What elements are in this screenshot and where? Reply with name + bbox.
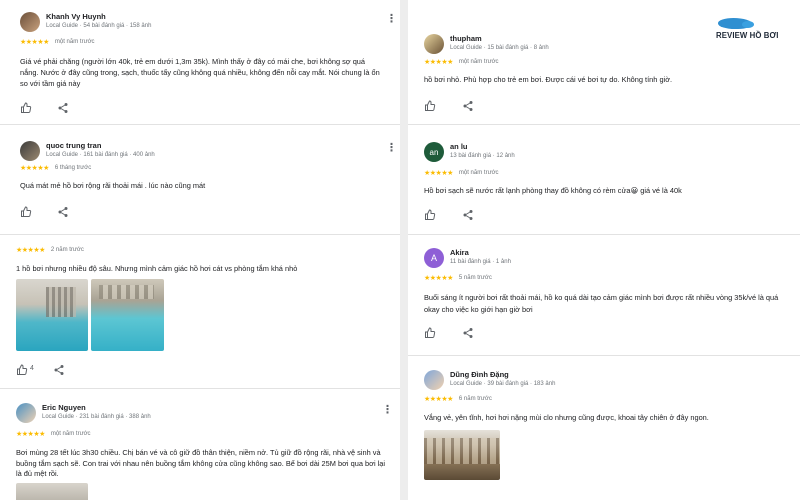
column-gutter [400, 0, 408, 500]
review-card: Eric Nguyen Local Guide · 231 bài đánh g… [16, 401, 393, 480]
reviewer-meta: 11 bài đánh giá · 1 ảnh [450, 259, 511, 265]
review-card: an an lu 13 bài đánh giá · 12 ảnh ★★★★★ … [424, 140, 794, 222]
review-text: Giá vé phải chăng (người lớn 40k, trẻ em… [20, 57, 380, 88]
avatar[interactable]: A [424, 248, 444, 268]
review-card: Khanh Vy Huynh Local Guide · 54 bài đánh… [20, 10, 397, 115]
share-icon[interactable] [57, 205, 69, 217]
review-header: quoc trung tran Local Guide · 161 bài đá… [20, 139, 397, 173]
review-actions [424, 326, 794, 340]
reviewer-meta: 13 bài đánh giá · 12 ảnh [450, 153, 515, 159]
divider [408, 355, 800, 356]
reviewer-name[interactable]: quoc trung tran [46, 141, 101, 150]
review-header: A Akira 11 bài đánh giá · 1 ảnh [424, 246, 794, 280]
review-actions [424, 99, 784, 113]
review-text: Buổi sáng ít người bơi rất thoải mái, hồ… [424, 293, 779, 314]
review-photo[interactable] [91, 279, 164, 351]
divider [408, 234, 800, 235]
review-header: Khanh Vy Huynh Local Guide · 54 bài đánh… [20, 10, 397, 44]
reviewer-name[interactable]: an lu [450, 142, 468, 151]
star-rating: ★★★★★ [16, 246, 45, 254]
share-icon[interactable] [57, 101, 69, 113]
reviewer-name[interactable]: Khanh Vy Huynh [46, 12, 106, 21]
like-icon[interactable] [424, 326, 436, 338]
review-header: thupham Local Guide · 15 bài đánh giá · … [424, 32, 784, 66]
avatar[interactable] [424, 370, 444, 390]
review-header: Eric Nguyen Local Guide · 231 bài đánh g… [16, 401, 393, 435]
share-icon[interactable] [462, 208, 474, 220]
review-time: 2 năm trước [50, 247, 84, 253]
avatar-initials: an [429, 147, 439, 157]
review-actions [20, 205, 392, 219]
review-card: A Akira 11 bài đánh giá · 1 ảnh ★★★★★ 5 … [424, 246, 794, 340]
reviewer-meta: Local Guide · 161 bài đánh giá · 400 ảnh [46, 152, 155, 158]
review-text: Vắng vẻ, yên tĩnh, hơi hơi nặng mùi clo … [424, 413, 709, 422]
avatar[interactable] [16, 403, 36, 423]
divider [0, 234, 400, 235]
share-icon[interactable] [462, 99, 474, 111]
review-actions [20, 101, 392, 115]
avatar[interactable]: an [424, 142, 444, 162]
review-photo[interactable] [424, 430, 500, 480]
review-card: quoc trung tran Local Guide · 161 bài đá… [20, 139, 397, 219]
review-text: Bơi mùng 28 tết lúc 3h30 chiều. Chị bán … [16, 448, 386, 478]
share-icon[interactable] [53, 363, 65, 375]
reviewer-meta: Local Guide · 231 bài đánh giá · 388 ảnh [42, 414, 151, 420]
like-icon[interactable] [16, 363, 28, 375]
more-options-icon[interactable]: ⋮ [386, 14, 397, 25]
review-photo[interactable] [16, 483, 88, 500]
review-card: Dũng Đình Đặng Local Guide · 39 bài đánh… [424, 368, 794, 423]
review-card: ★★★★★ 2 năm trước 1 hồ bơi nhưng nhiều đ… [16, 245, 396, 274]
avatar[interactable] [20, 141, 40, 161]
like-icon[interactable] [424, 99, 436, 111]
review-text: hồ bơi nhỏ. Phù hợp cho trẻ em bơi. Được… [424, 75, 673, 84]
reviewer-name[interactable]: Dũng Đình Đặng [450, 370, 509, 379]
reviewer-meta: Local Guide · 54 bài đánh giá · 158 ảnh [46, 23, 152, 29]
reviewer-meta: Local Guide · 15 bài đánh giá · 8 ảnh [450, 45, 549, 51]
review-card: thupham Local Guide · 15 bài đánh giá · … [424, 32, 784, 113]
like-icon[interactable] [424, 208, 436, 220]
review-photo[interactable] [16, 279, 88, 351]
like-count: 4 [30, 365, 34, 372]
review-header: an an lu 13 bài đánh giá · 12 ảnh [424, 140, 794, 174]
reviewer-name[interactable]: thupham [450, 34, 482, 43]
reviewer-name[interactable]: Akira [450, 248, 469, 257]
review-actions: 4 [16, 363, 136, 377]
rating-row: ★★★★★ 2 năm trước [16, 245, 396, 255]
review-text: Hồ bơi sạch sẽ nước rất lạnh phòng thay … [424, 186, 682, 195]
reviewer-meta: Local Guide · 39 bài đánh giá · 183 ảnh [450, 381, 556, 387]
divider [0, 124, 400, 125]
review-header: Dũng Đình Đặng Local Guide · 39 bài đánh… [424, 368, 794, 402]
avatar-initials: A [430, 253, 437, 263]
avatar[interactable] [20, 12, 40, 32]
reviewer-name[interactable]: Eric Nguyen [42, 403, 86, 412]
more-options-icon[interactable]: ⋮ [382, 405, 393, 416]
like-icon[interactable] [20, 205, 32, 217]
like-icon[interactable] [20, 101, 32, 113]
divider [0, 388, 400, 389]
share-icon[interactable] [462, 326, 474, 338]
review-actions [424, 208, 794, 222]
avatar[interactable] [424, 34, 444, 54]
divider [408, 124, 800, 125]
more-options-icon[interactable]: ⋮ [386, 143, 397, 154]
review-text: 1 hồ bơi nhưng nhiều độ sâu. Nhưng mình … [16, 264, 298, 273]
review-text: Quá mát mẻ hồ bơi rộng rãi thoải mái . l… [20, 181, 206, 190]
